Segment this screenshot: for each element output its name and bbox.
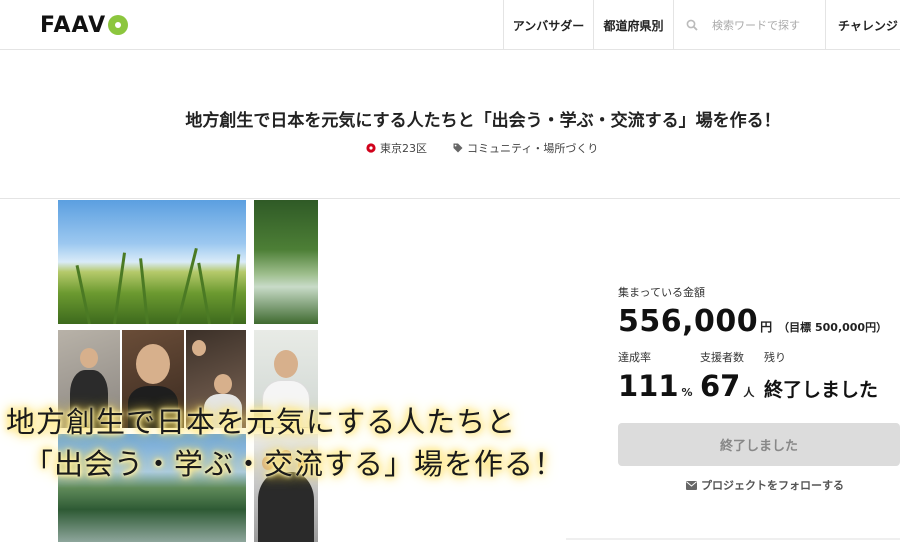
remaining-label: 残り [764, 351, 786, 364]
goal-amount: （目標 500,000円） [778, 321, 888, 334]
project-tags: 東京23区 コミュニティ・場所づくり [366, 140, 598, 156]
stats-values: 111 % 67 人 終了しました [618, 369, 900, 403]
stats-labels: 達成率 支援者数 残り [618, 349, 900, 365]
search-input[interactable] [712, 18, 822, 32]
rate-value: 111 [618, 369, 679, 403]
image-caption-line1: 地方創生で日本を元気にする人たちと [6, 405, 517, 439]
collected-amount: 556,000 [618, 304, 759, 339]
image-caption-line2: 「出会う・学ぶ・交流する」場を作る！ [24, 447, 560, 481]
tag-icon [453, 143, 463, 153]
nav-challenge[interactable]: チャレンジ [825, 0, 900, 50]
supporters-label: 支援者数 [700, 351, 744, 364]
remaining-value: 終了しました [764, 379, 879, 401]
project-main-image: 地方創生で日本を元気にする人たちと 「出会う・学ぶ・交流する」場を作る！ [0, 200, 560, 542]
collected-label: 集まっている金額 [618, 286, 706, 299]
yen-unit: 円 [760, 320, 773, 334]
project-header: 地方創生で日本を元気にする人たちと「出会う・学ぶ・交流する」場を作る！ 東京23… [0, 51, 900, 199]
location-tag[interactable]: 東京23区 [366, 140, 427, 156]
nav-prefecture[interactable]: 都道府県別 [593, 0, 673, 50]
supporters-value: 67 [700, 369, 741, 403]
category-tag[interactable]: コミュニティ・場所づくり [453, 140, 598, 156]
page-title: 地方創生で日本を元気にする人たちと「出会う・学ぶ・交流する」場を作る！ [185, 111, 781, 131]
faavo-logo[interactable]: FAAV [40, 12, 129, 38]
follow-label: プロジェクトをフォローする [701, 479, 844, 492]
amount-row: 556,000 円 （目標 500,000円） [618, 304, 900, 339]
location-dot-icon [366, 143, 376, 153]
stream-photo [254, 200, 318, 324]
site-header: FAAV アンバサダー 都道府県別 チャレンジ [0, 0, 900, 50]
follow-project-link[interactable]: プロジェクトをフォローする [686, 477, 844, 493]
supporters-unit: 人 [743, 386, 755, 399]
rate-unit: % [681, 386, 693, 399]
logo-o-icon [108, 15, 129, 35]
rate-stat: 111 % [618, 369, 700, 403]
search-box[interactable] [673, 0, 825, 50]
category-label: コミュニティ・場所づくり [467, 142, 599, 155]
logo-text: FAAV [40, 12, 107, 38]
funding-panel: 集まっている金額 556,000 円 （目標 500,000円） 達成率 支援者… [618, 284, 900, 403]
nav-ambassador[interactable]: アンバサダー [503, 0, 593, 50]
rice-field-photo [58, 200, 246, 324]
project-ended-button[interactable]: 終了しました [618, 423, 900, 466]
panel-divider [566, 538, 900, 540]
location-label: 東京23区 [380, 142, 427, 155]
search-icon [686, 19, 698, 31]
supporters-stat: 67 人 [700, 369, 764, 403]
rate-label: 達成率 [618, 351, 651, 364]
mail-icon [686, 480, 697, 490]
